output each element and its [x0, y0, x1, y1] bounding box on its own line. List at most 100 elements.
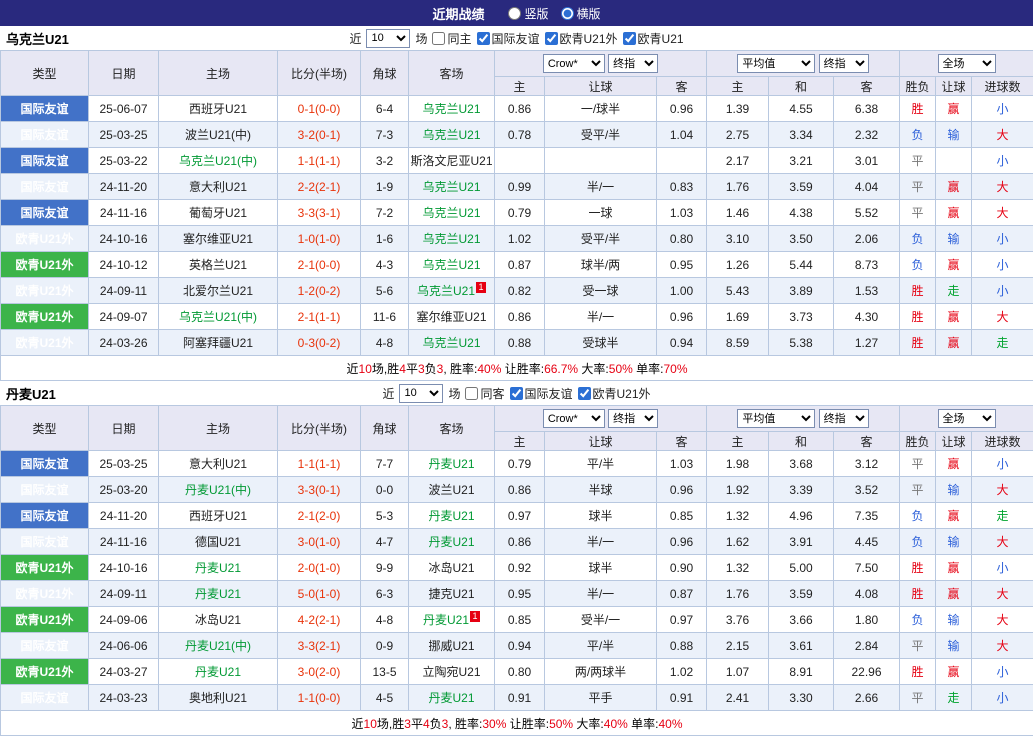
- summary-value: 70%: [663, 362, 687, 376]
- filter-checkbox-0[interactable]: 同客: [465, 385, 504, 402]
- filter-checkbox-0[interactable]: 同主: [432, 30, 471, 47]
- score-cell: 3-3(0-1): [278, 477, 361, 503]
- odds-home-cell: 0.86: [495, 304, 545, 330]
- handicap-cell: 平手: [545, 685, 657, 711]
- subcol-handicap: 让球: [545, 432, 657, 451]
- team-name-text: 乌克兰U21(中): [179, 154, 257, 168]
- match-row: 国际友谊24-03-23奥地利U211-1(0-0)4-5丹麦U210.91平手…: [1, 685, 1033, 711]
- match-row: 欧青U21外24-10-12英格兰U212-1(0-0)4-3乌克兰U210.8…: [1, 252, 1033, 278]
- radio-input[interactable]: [561, 7, 574, 20]
- avg-draw-cell: 4.96: [769, 503, 834, 529]
- red-card-badge: 1: [476, 282, 486, 293]
- scope-select[interactable]: 全场: [938, 54, 996, 73]
- team-bar: 乌克兰U21 近10场同主国际友谊欧青U21外欧青U21: [0, 26, 1033, 50]
- date-cell: 24-11-20: [89, 174, 159, 200]
- checkbox-input[interactable]: [465, 387, 478, 400]
- match-row: 欧青U21外24-09-11丹麦U215-0(1-0)6-3捷克U210.95半…: [1, 581, 1033, 607]
- radio-vertical-layout[interactable]: 竖版: [508, 5, 548, 22]
- result-cell: 胜: [900, 330, 936, 356]
- match-count-select[interactable]: 10: [399, 384, 443, 403]
- avg-draw-cell: 3.34: [769, 122, 834, 148]
- handicap-cell: 受平/半: [545, 226, 657, 252]
- filter-checkbox-1[interactable]: 国际友谊: [477, 30, 540, 47]
- checkbox-input[interactable]: [545, 32, 558, 45]
- team-name-text: 乌克兰U21: [422, 128, 480, 142]
- subcol-avg-away: 客: [834, 77, 900, 96]
- odds-home-cell: 0.79: [495, 451, 545, 477]
- odds-away-cell: 1.00: [657, 278, 707, 304]
- match-row: 国际友谊24-11-20意大利U212-2(2-1)1-9乌克兰U210.99半…: [1, 174, 1033, 200]
- odds-away-cell: 0.94: [657, 330, 707, 356]
- odds-home-cell: 0.97: [495, 503, 545, 529]
- team-name-text: 北爱尔兰U21: [183, 284, 253, 298]
- filter-prefix-label: 近: [349, 30, 361, 47]
- radio-horizontal-layout[interactable]: 横版: [561, 5, 601, 22]
- competition-cell: 欧青U21外: [1, 304, 89, 330]
- home-team-cell: 意大利U21: [159, 451, 278, 477]
- result-cell: 胜: [900, 304, 936, 330]
- filter-checkbox-3[interactable]: 欧青U21: [623, 30, 684, 47]
- radio-input[interactable]: [508, 7, 521, 20]
- avg-stage-select[interactable]: 终指: [819, 409, 869, 428]
- checkbox-input[interactable]: [578, 387, 591, 400]
- filter-checkbox-2[interactable]: 欧青U21外: [578, 385, 651, 402]
- team-name-text: 塞尔维亚U21: [416, 310, 486, 324]
- checkbox-input[interactable]: [477, 32, 490, 45]
- team-name-text: 丹麦U21: [423, 613, 469, 627]
- avg-stage-select[interactable]: 终指: [819, 54, 869, 73]
- avg-away-cell: 7.50: [834, 555, 900, 581]
- match-row: 国际友谊24-11-16德国U213-0(1-0)4-7丹麦U210.86半/一…: [1, 529, 1033, 555]
- score-cell: 1-1(1-1): [278, 148, 361, 174]
- handicap-cell: 半/一: [545, 581, 657, 607]
- team-section-1: 丹麦U21 近10场同客国际友谊欧青U21外 类型 日期 主场 比分(半场) 角…: [0, 381, 1033, 736]
- score-cell: 2-2(2-1): [278, 174, 361, 200]
- goals-result-cell: 大: [972, 529, 1033, 555]
- checkbox-input[interactable]: [623, 32, 636, 45]
- odds-provider-select[interactable]: Crow*: [543, 409, 605, 428]
- handicap-result-cell: 赢: [936, 330, 972, 356]
- avg-type-select[interactable]: 平均值: [737, 409, 815, 428]
- summary-text: 平: [411, 717, 423, 731]
- summary-text: 场,胜: [377, 717, 404, 731]
- subcol-odds-away: 客: [657, 77, 707, 96]
- handicap-result-cell: 走: [936, 278, 972, 304]
- date-cell: 24-11-16: [89, 529, 159, 555]
- checkbox-input[interactable]: [432, 32, 445, 45]
- odds-stage-select[interactable]: 终指: [608, 409, 658, 428]
- team-name-text: 西班牙U21: [189, 102, 247, 116]
- team-name-text: 乌克兰U21: [422, 206, 480, 220]
- avg-away-cell: 5.52: [834, 200, 900, 226]
- odds-stage-select[interactable]: 终指: [608, 54, 658, 73]
- col-header-corners: 角球: [361, 51, 409, 96]
- filter-checkbox-1[interactable]: 国际友谊: [510, 385, 573, 402]
- subcol-handicap: 让球: [545, 77, 657, 96]
- checkbox-input[interactable]: [510, 387, 523, 400]
- goals-result-cell: 大: [972, 607, 1033, 633]
- odds-provider-select[interactable]: Crow*: [543, 54, 605, 73]
- away-team-cell: 乌克兰U21: [409, 200, 495, 226]
- date-cell: 24-06-06: [89, 633, 159, 659]
- goals-result-cell: 走: [972, 503, 1033, 529]
- corners-cell: 5-3: [361, 503, 409, 529]
- corners-cell: 4-8: [361, 330, 409, 356]
- goals-result-cell: 大: [972, 581, 1033, 607]
- team-name-text: 丹麦U21: [428, 535, 474, 549]
- date-cell: 24-03-26: [89, 330, 159, 356]
- filter-checkbox-2[interactable]: 欧青U21外: [545, 30, 618, 47]
- avg-home-cell: 1.76: [707, 174, 769, 200]
- summary-text: 让胜率:: [501, 362, 544, 376]
- layout-radio-group: 竖版横版: [496, 5, 600, 22]
- handicap-result-cell: 输: [936, 633, 972, 659]
- avg-away-cell: 6.38: [834, 96, 900, 122]
- scope-select[interactable]: 全场: [938, 409, 996, 428]
- avg-type-select[interactable]: 平均值: [737, 54, 815, 73]
- avg-draw-cell: 5.00: [769, 555, 834, 581]
- summary-value: 10: [359, 362, 372, 376]
- goals-result-cell: 小: [972, 278, 1033, 304]
- subcol-odds-home: 主: [495, 432, 545, 451]
- filter-prefix-label: 近: [382, 385, 394, 402]
- handicap-cell: 半/一: [545, 174, 657, 200]
- team-name-text: 乌克兰U21: [422, 258, 480, 272]
- match-count-select[interactable]: 10: [366, 29, 410, 48]
- avg-away-cell: 4.45: [834, 529, 900, 555]
